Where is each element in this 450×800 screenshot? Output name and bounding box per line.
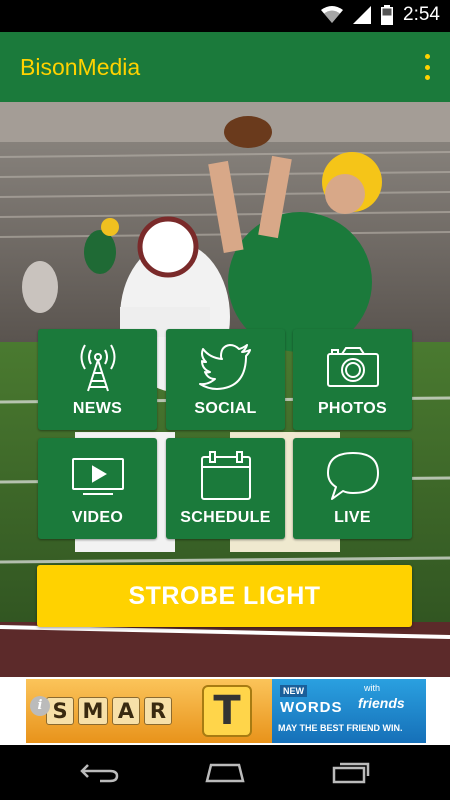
tile-label: NEWS [72, 400, 123, 417]
tile-social[interactable]: SOCIAL [166, 329, 285, 430]
tile-label: PHOTOS [317, 400, 388, 417]
video-play-icon [71, 458, 124, 495]
radio-tower-icon [80, 344, 115, 392]
app-title: BisonMedia [20, 54, 141, 80]
ad-letter: M [78, 697, 108, 725]
ad-banner[interactable]: S M A R T NEW WORDS with friends MAY THE… [0, 677, 450, 745]
overflow-menu-icon[interactable] [422, 54, 432, 80]
ad-smart-panel: S M A R T [26, 679, 272, 743]
back-icon [80, 764, 119, 783]
wifi-icon [321, 6, 344, 23]
status-bar: 2:54 [0, 0, 450, 32]
ad-tagline: MAY THE BEST FRIEND WIN. [278, 723, 403, 733]
camera-icon [326, 347, 379, 387]
twitter-bird-icon [198, 344, 251, 390]
tile-live[interactable]: LIVE [293, 438, 412, 539]
strobe-light-button[interactable]: STROBE LIGHT [37, 565, 412, 627]
tile-video[interactable]: VIDEO [38, 438, 157, 539]
tile-news[interactable]: NEWS [38, 329, 157, 430]
ad-friends: friends [358, 695, 405, 711]
ad-with: with [364, 683, 381, 693]
app-bar: BisonMedia [0, 32, 450, 102]
ad-new-badge: NEW [280, 685, 307, 697]
ad-letter-big: T [202, 685, 252, 737]
ad-wwf-panel: NEW WORDS with friends MAY THE BEST FRIE… [272, 679, 426, 743]
tile-label: VIDEO [71, 509, 124, 526]
calendar-icon [200, 451, 251, 500]
tile-label: LIVE [334, 509, 371, 526]
tile-label: SCHEDULE [180, 509, 271, 526]
tile-label: SOCIAL [194, 400, 257, 417]
tile-schedule[interactable]: SCHEDULE [166, 438, 285, 539]
ad-letter: A [112, 697, 140, 725]
status-time: 2:54 [403, 4, 440, 25]
recents-button[interactable] [320, 757, 380, 787]
status-icons: 2:54 [321, 4, 440, 26]
home-icon [205, 763, 245, 783]
ad-letter: R [144, 697, 172, 725]
home-button[interactable] [195, 757, 255, 787]
recents-icon [332, 762, 370, 784]
ad-words: WORDS [280, 699, 343, 716]
cell-signal-icon [353, 6, 372, 24]
speech-bubble-icon [326, 452, 379, 500]
tile-photos[interactable]: PHOTOS [293, 329, 412, 430]
battery-icon [381, 5, 394, 25]
ad-letter: S [46, 697, 74, 725]
ad-info-icon[interactable]: i [30, 696, 50, 716]
back-button[interactable] [70, 757, 130, 787]
nav-bar [0, 745, 450, 800]
ad-creative[interactable]: S M A R T NEW WORDS with friends MAY THE… [26, 679, 426, 743]
